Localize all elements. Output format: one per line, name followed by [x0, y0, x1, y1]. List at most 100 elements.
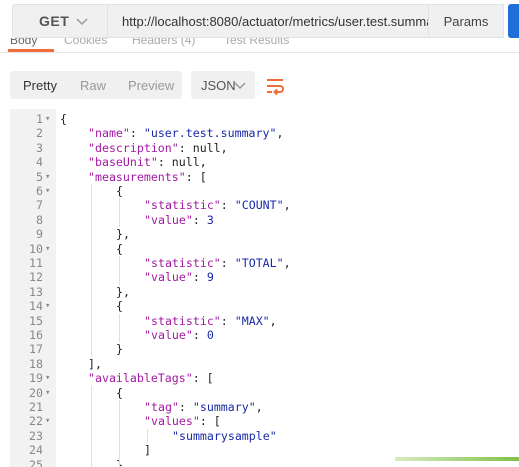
code-line: 9},: [10, 227, 519, 241]
view-mode-group: Pretty Raw Preview: [10, 71, 182, 99]
code-token: {: [116, 184, 123, 198]
method-select[interactable]: GET: [12, 4, 108, 38]
indent-guide: [91, 184, 92, 357]
code-text: {: [116, 386, 123, 400]
method-label: GET: [39, 13, 70, 29]
preview-button[interactable]: Preview: [128, 78, 174, 93]
tab-body[interactable]: Body: [10, 38, 37, 47]
line-number: 23: [29, 428, 43, 443]
wrap-lines-icon[interactable]: [264, 75, 286, 97]
line-number: 4: [36, 155, 43, 170]
code-token: "description": [88, 140, 179, 155]
line-number: 18: [29, 356, 43, 371]
code-text: ],: [88, 357, 102, 371]
code-token: :: [192, 328, 207, 342]
code-token: "statistic": [144, 198, 221, 213]
url-input[interactable]: http://localhost:8080/actuator/metrics/u…: [108, 4, 444, 38]
indent-guide: [119, 313, 120, 343]
code-token: ,: [283, 198, 291, 213]
line-number: 3: [36, 140, 43, 155]
code-token: "value": [144, 270, 193, 285]
code-text: "values": [: [144, 414, 221, 428]
code-text: "baseUnit": null,: [88, 155, 207, 169]
code-line: 3 "description": null,: [10, 141, 519, 155]
pretty-button[interactable]: Pretty: [23, 78, 57, 93]
code-text: "description": null,: [88, 141, 228, 155]
line-number: 5: [36, 169, 43, 184]
code-text: "value": 0: [144, 328, 214, 342]
format-label: JSON: [201, 78, 236, 93]
fold-toggle-icon[interactable]: ▾: [45, 299, 50, 313]
line-number: 21: [29, 400, 43, 414]
code-token: ],: [88, 356, 102, 371]
code-line: 6 ▾ {: [10, 184, 519, 198]
code-token: :: [192, 270, 207, 285]
raw-button[interactable]: Raw: [80, 78, 106, 93]
code-line: 1 ▾ {: [10, 112, 519, 126]
code-token: "values": [144, 414, 200, 429]
code-line: 22 ▾ "values": [: [10, 414, 519, 428]
tab-headers[interactable]: Headers (4): [132, 38, 195, 47]
code-line: 11 "statistic": "TOTAL",: [10, 256, 519, 270]
response-body-editor[interactable]: 1 ▾{2 "name": "user.test.summary", 3 "descri…: [10, 109, 519, 467]
tab-cookies[interactable]: Cookies: [64, 38, 107, 47]
code-token: : null,: [178, 140, 228, 155]
line-number: 2: [36, 126, 43, 141]
line-number: 8: [36, 212, 43, 227]
format-select[interactable]: JSON: [191, 71, 255, 99]
code-token: ,: [269, 313, 277, 328]
code-line: 18],: [10, 357, 519, 371]
line-number: 7: [36, 198, 43, 213]
code-line: 14 ▾ {: [10, 299, 519, 313]
line-number: 16: [29, 328, 43, 342]
fold-toggle-icon[interactable]: ▾: [45, 242, 50, 256]
code-text: {: [116, 184, 123, 198]
request-bar: GET http://localhost:8080/actuator/metri…: [0, 0, 519, 42]
code-text: {: [60, 112, 67, 126]
code-token: 9: [206, 270, 214, 285]
code-token: ]: [144, 443, 151, 458]
code-text: ]: [144, 443, 151, 457]
code-token: },: [116, 284, 130, 299]
tab-test-results[interactable]: Test Results: [224, 38, 289, 47]
code-token: "tag": [144, 400, 179, 414]
code-line: 2 "name": "user.test.summary",: [10, 126, 519, 140]
code-token: : null,: [157, 155, 207, 170]
code-token: :: [129, 126, 144, 141]
code-token: :: [220, 313, 235, 328]
code-token: {: [116, 299, 123, 314]
code-text: "statistic": "COUNT",: [144, 198, 291, 212]
code-token: : [: [199, 414, 221, 429]
code-line: 16 "value": 0: [10, 328, 519, 342]
code-token: ,: [276, 126, 284, 141]
code-text: }: [116, 342, 123, 356]
code-text: "name": "user.test.summary",: [88, 126, 283, 140]
code-line: 19 ▾ "availableTags": [: [10, 371, 519, 385]
fold-toggle-icon[interactable]: ▾: [45, 184, 50, 198]
code-token: : [: [185, 169, 207, 184]
code-token: "summary": [192, 400, 256, 414]
code-text: "summarysample": [172, 429, 277, 443]
code-token: ,: [283, 256, 291, 270]
code-token: "availableTags": [88, 371, 193, 386]
fold-toggle-icon[interactable]: ▾: [45, 112, 50, 126]
fold-toggle-icon[interactable]: ▾: [45, 386, 50, 400]
code-token: ,: [255, 400, 263, 414]
code-text: },: [116, 227, 130, 241]
code-line: 10 ▾ {: [10, 242, 519, 256]
params-button[interactable]: Params: [428, 4, 504, 38]
code-text: "value": 3: [144, 213, 214, 227]
code-token: :: [178, 400, 193, 414]
line-number: 11: [29, 256, 43, 270]
code-line: 12 "value": 9: [10, 270, 519, 284]
fold-toggle-icon[interactable]: ▾: [45, 371, 50, 385]
line-number: 24: [29, 443, 43, 458]
code-text: {: [116, 242, 123, 256]
code-text: "availableTags": [: [88, 371, 214, 385]
code-text: "statistic": "TOTAL",: [144, 256, 291, 270]
fold-toggle-icon[interactable]: ▾: [45, 414, 50, 428]
line-number: 22: [29, 414, 43, 429]
send-button[interactable]: [508, 4, 519, 38]
fold-toggle-icon[interactable]: ▾: [45, 170, 50, 184]
code-token: 3: [206, 212, 214, 227]
